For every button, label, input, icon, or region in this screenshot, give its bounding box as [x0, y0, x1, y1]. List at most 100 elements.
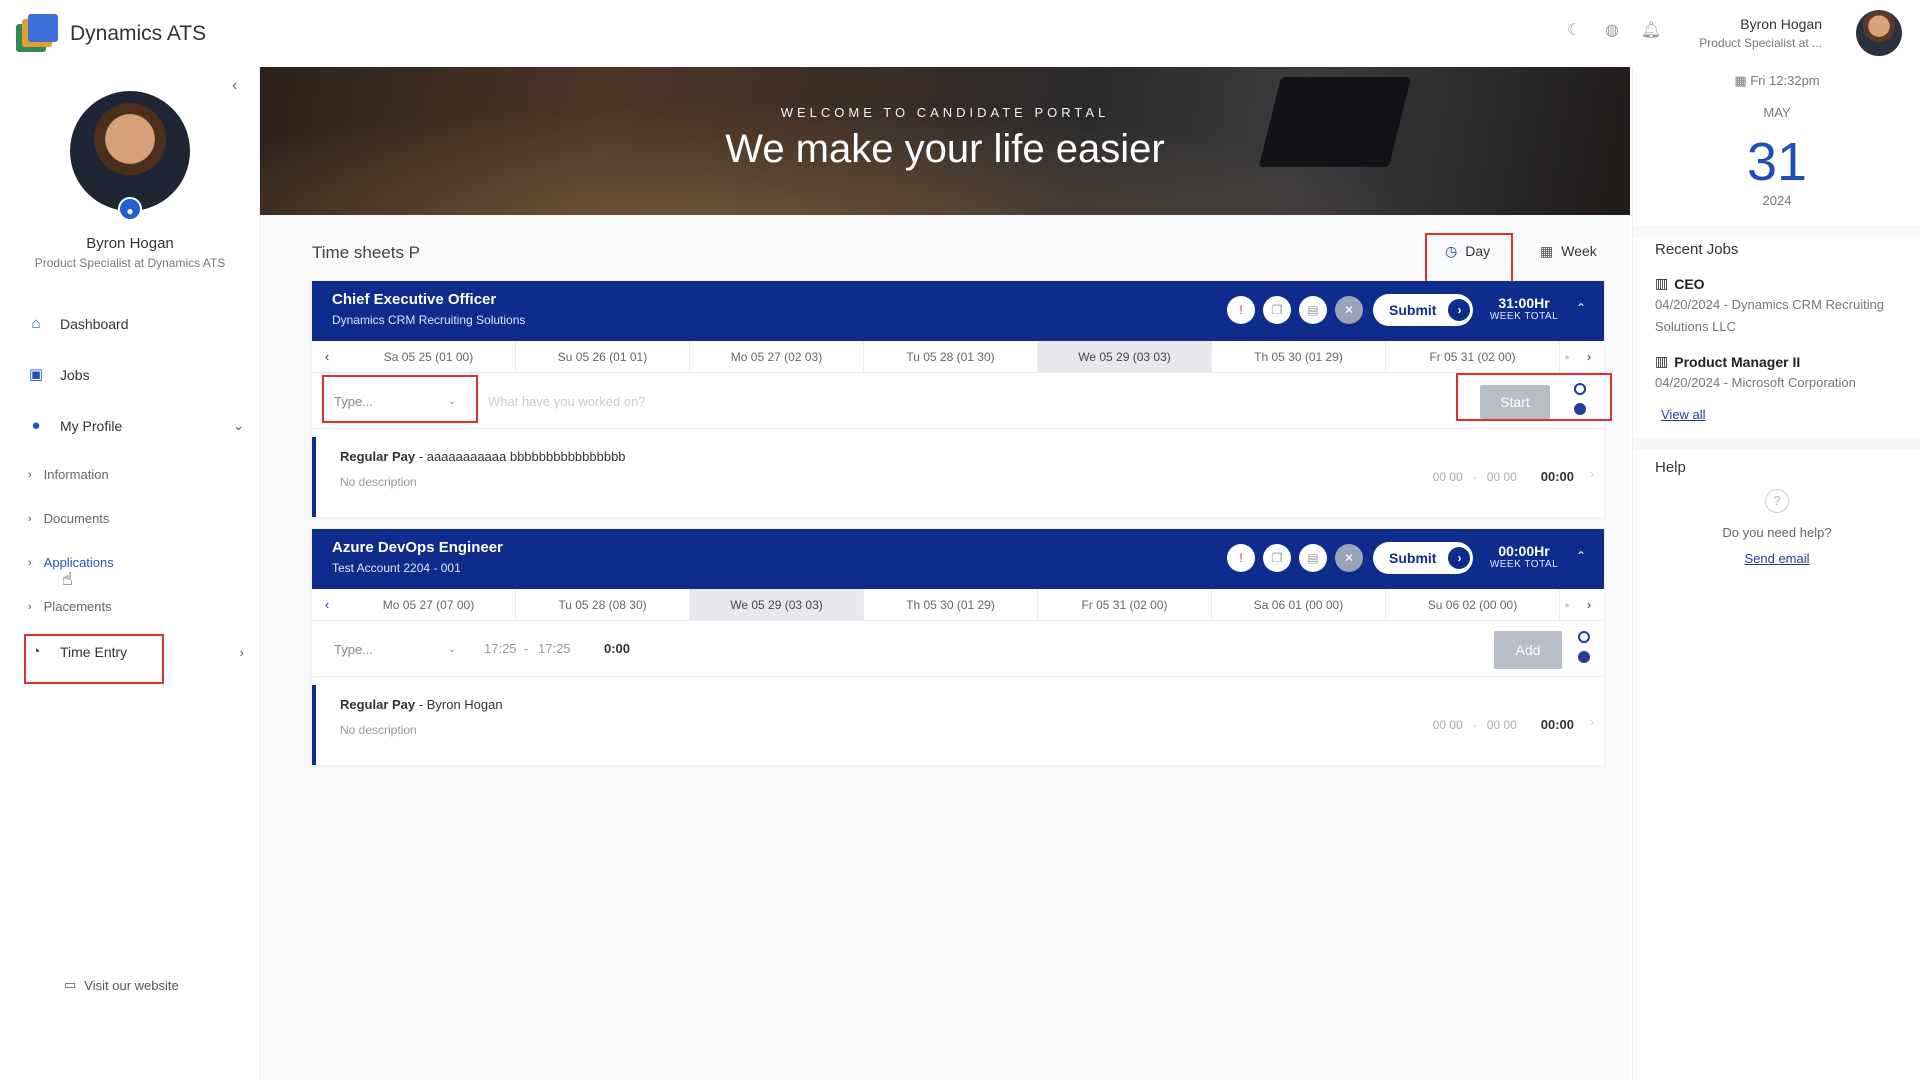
alert-icon[interactable]: !: [1227, 296, 1255, 324]
sidebar-item-label: Jobs: [60, 367, 90, 383]
avatar[interactable]: [1856, 10, 1902, 56]
timesheet-card: Azure DevOps Engineer Test Account 2204 …: [312, 529, 1604, 765]
description-input[interactable]: What have you worked on?: [482, 385, 782, 417]
day-strip: ‹ Sa 05 25 (01 00) Su 05 26 (01 01) Mo 0…: [312, 341, 1604, 373]
camera-icon[interactable]: ●: [118, 197, 142, 221]
mode-toggle[interactable]: [1578, 631, 1590, 663]
close-icon[interactable]: ✕: [1335, 296, 1363, 324]
day-tab-selected[interactable]: We 05 29 (03 03): [690, 589, 864, 620]
help-text: Do you need help?: [1722, 525, 1832, 540]
day-tab[interactable]: Th 05 30 (01 29): [864, 589, 1038, 620]
submit-label: Submit: [1389, 302, 1437, 318]
entry-end: 00 00: [1486, 717, 1517, 732]
subitem-label: Documents: [43, 511, 110, 526]
submit-button[interactable]: Submit ›: [1373, 294, 1473, 326]
entry-detail: - aaaaaaaaaaa bbbbbbbbbbbbbbbb: [415, 449, 626, 464]
week-total-label: WEEK TOTAL: [1489, 559, 1559, 570]
document-icon[interactable]: ▤: [1299, 544, 1327, 572]
submit-button[interactable]: Submit ›: [1373, 542, 1473, 574]
top-icons: ☾ ◍ 🔔︎: [1565, 22, 1661, 40]
chevron-right-icon[interactable]: ›: [1590, 467, 1594, 481]
bell-icon[interactable]: 🔔︎: [1641, 22, 1661, 40]
user-menu[interactable]: Byron Hogan Product Specialist at ...: [1699, 16, 1822, 50]
time-from-input[interactable]: 17:25: [484, 633, 517, 665]
entry-times: 00 00 - 00 00 00:00: [1432, 469, 1574, 484]
radio-manual-icon[interactable]: [1578, 651, 1590, 663]
copy-icon[interactable]: ❐: [1263, 544, 1291, 572]
day-tab[interactable]: Tu 05 28 (08 30): [516, 589, 690, 620]
view-week-label: Week: [1561, 243, 1597, 259]
sidebar-item-label: Dashboard: [60, 316, 129, 332]
chevron-up-icon[interactable]: ⌃: [1576, 549, 1586, 563]
chevron-right-icon[interactable]: ›: [1590, 715, 1594, 729]
current-datetime: ▦ Fri 12:32pm: [1633, 73, 1920, 89]
header-user-name: Byron Hogan: [1740, 16, 1822, 32]
next-week-icon[interactable]: ›: [1574, 341, 1604, 372]
time-entry-item[interactable]: Regular Pay - Byron Hogan No description…: [312, 685, 1604, 765]
briefcase-icon: ▣: [28, 366, 44, 383]
entry-start: 00 00: [1432, 717, 1463, 732]
visit-website-link[interactable]: ▭ Visit our website: [64, 977, 179, 993]
radio-timer-icon[interactable]: [1578, 631, 1590, 643]
dark-mode-icon[interactable]: ☾: [1565, 22, 1583, 40]
hero-banner: WELCOME TO CANDIDATE PORTAL We make your…: [260, 67, 1630, 215]
day-tab[interactable]: Mo 05 27 (02 03): [690, 341, 864, 372]
highlight-box-time-entry: [24, 634, 164, 684]
type-select[interactable]: Type... ⌄: [326, 633, 466, 665]
recent-job-item[interactable]: ▥ Product Manager II 04/20/2024 - Microso…: [1655, 353, 1905, 394]
entry-end: 00 00: [1486, 469, 1517, 484]
sidebar-subitem-documents[interactable]: › Documents: [28, 511, 109, 526]
view-all-link[interactable]: View all: [1661, 407, 1706, 422]
right-panel: ▦ Fri 12:32pm MAY 31 2024 Recent Jobs ▥ C…: [1632, 67, 1920, 1080]
send-email-link[interactable]: Send email: [1633, 551, 1920, 566]
recent-job-item[interactable]: ▥ CEO 04/20/2024 - Dynamics CRM Recruitin…: [1655, 275, 1905, 338]
entry-start: 00 00: [1432, 469, 1463, 484]
time-to-input[interactable]: 17:25: [538, 633, 571, 665]
day-tab-selected[interactable]: We 05 29 (03 03): [1038, 341, 1212, 372]
day-tab[interactable]: Sa 06 01 (00 00): [1212, 589, 1386, 620]
close-icon[interactable]: ✕: [1335, 544, 1363, 572]
prev-week-icon[interactable]: ‹: [312, 589, 342, 620]
sidebar-subitem-applications[interactable]: › Applications: [28, 555, 114, 570]
view-week-button[interactable]: ▦ Week: [1540, 235, 1597, 267]
card-subtitle: Dynamics CRM Recruiting Solutions: [332, 313, 526, 327]
day-tab[interactable]: Tu 05 28 (01 30): [864, 341, 1038, 372]
mouse-cursor-icon: ☝: [62, 569, 73, 589]
chevron-up-icon[interactable]: ⌃: [1576, 301, 1586, 315]
collapse-sidebar-icon[interactable]: ‹: [232, 77, 237, 95]
week-total-value: 31:00Hr: [1498, 295, 1550, 311]
time-entry-item[interactable]: Regular Pay - aaaaaaaaaaa bbbbbbbbbbbbbb…: [312, 437, 1604, 517]
document-icon[interactable]: ▤: [1299, 296, 1327, 324]
day-tab[interactable]: Th 05 30 (01 29): [1212, 341, 1386, 372]
prev-week-icon[interactable]: ‹: [312, 341, 342, 372]
dot-icon: ●: [1564, 600, 1570, 610]
brand[interactable]: Dynamics ATS: [16, 14, 206, 54]
day-tab[interactable]: Sa 05 25 (01 00): [342, 341, 516, 372]
sidebar-item-jobs[interactable]: ▣ Jobs: [28, 366, 244, 384]
globe-icon[interactable]: ◍: [1603, 22, 1621, 40]
next-week-icon[interactable]: ›: [1574, 589, 1604, 620]
app-root: Dynamics ATS ☾ ◍ 🔔︎ Byron Hogan Product …: [0, 0, 1920, 1080]
entry-name: Regular Pay - aaaaaaaaaaa bbbbbbbbbbbbbb…: [340, 449, 626, 464]
sidebar-subitem-placements[interactable]: › Placements: [28, 599, 112, 614]
entry-input-row: Type... ⌄ 17:25 - 17:25 0:00 Add: [312, 621, 1604, 677]
day-tab[interactable]: Fr 05 31 (02 00): [1038, 589, 1212, 620]
sidebar-item-my-profile[interactable]: ● My Profile ⌄: [28, 418, 244, 435]
arrow-right-icon: ›: [1448, 299, 1471, 321]
day-tab[interactable]: Su 06 02 (00 00): [1386, 589, 1560, 620]
add-button[interactable]: Add: [1494, 631, 1562, 669]
sidebar-subitem-information[interactable]: › Information: [28, 467, 109, 482]
day-tab[interactable]: Mo 05 27 (07 00): [342, 589, 516, 620]
duration-input[interactable]: 0:00: [604, 633, 630, 665]
day-tab[interactable]: Su 05 26 (01 01): [516, 341, 690, 372]
timesheet-card: Chief Executive Officer Dynamics CRM Rec…: [312, 281, 1612, 517]
home-icon: ⌂: [31, 315, 41, 332]
subitem-label: Placements: [43, 599, 112, 614]
copy-icon[interactable]: ❐: [1263, 296, 1291, 324]
chevron-right-icon: ›: [28, 600, 32, 613]
calendar-icon: ▦: [1540, 242, 1554, 259]
alert-icon[interactable]: !: [1227, 544, 1255, 572]
day-tab[interactable]: Fr 05 31 (02 00): [1386, 341, 1560, 372]
brand-name: Dynamics ATS: [70, 22, 207, 45]
sidebar-item-dashboard[interactable]: ⌂ Dashboard: [28, 315, 244, 333]
